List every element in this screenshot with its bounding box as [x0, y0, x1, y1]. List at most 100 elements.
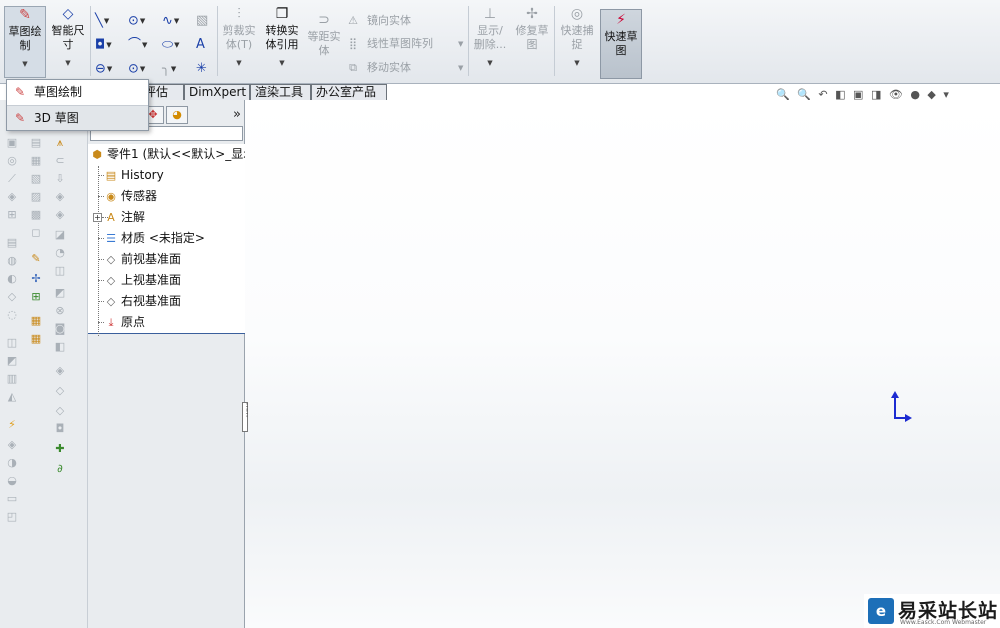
instant3d-icon[interactable]: ⚡ [4, 418, 20, 432]
tree-item-top-plane[interactable]: ◇ 上视基准面 [104, 270, 181, 290]
curve-icon[interactable]: ▭ [4, 492, 20, 506]
chevron-down-icon[interactable]: ▼ [174, 17, 179, 25]
chevron-down-icon[interactable]: ▼ [220, 56, 258, 70]
end-cap-icon[interactable]: ◈ [52, 190, 68, 204]
chevron-down-icon[interactable]: ▼ [140, 17, 145, 25]
jog-icon[interactable]: ◻ [28, 226, 44, 240]
gusset-icon[interactable]: ◈ [52, 208, 68, 222]
weldment-icon[interactable]: ⩚ [52, 136, 68, 150]
tree-item-front-plane[interactable]: ◇ 前视基准面 [104, 249, 181, 269]
slot-tool[interactable]: ⊖▼ [95, 60, 121, 78]
smart-dimension-button[interactable]: ◇ 智能尺 寸 ▼ [48, 6, 88, 78]
chevron-down-icon[interactable]: ▼ [171, 65, 176, 73]
hole-wizard-icon[interactable]: ◌ [4, 308, 20, 322]
expand-annotations-toggle[interactable]: + [93, 213, 102, 222]
linear-pattern-button[interactable]: ⣿ 线性草图阵列 [345, 35, 433, 53]
corner-icon[interactable]: ▦ [28, 314, 44, 328]
tab-office-products[interactable]: 办公室产品 [311, 84, 387, 100]
chevron-down-icon[interactable]: ▼ [48, 56, 88, 70]
fillet-tool[interactable]: ╮▼ [162, 60, 188, 78]
sweep-icon[interactable]: ⟋ [4, 172, 20, 186]
grid-tool[interactable]: ▧ [196, 12, 222, 30]
shut-off-icon[interactable]: ◩ [52, 286, 68, 300]
knit-icon[interactable]: ◇ [52, 404, 68, 418]
chevron-down-icon[interactable]: ▼ [458, 35, 463, 53]
tree-item-origin[interactable]: ⤓ 原点 [104, 312, 145, 332]
line-tool[interactable]: ╲▼ [95, 12, 121, 30]
sketched-bend-icon[interactable]: ✎ [28, 252, 44, 266]
boundary-icon[interactable]: ⊞ [4, 208, 20, 222]
fillet-bead-icon[interactable]: ◪ [52, 228, 68, 242]
cavity-icon[interactable]: ◧ [52, 340, 68, 354]
spline-tool[interactable]: ∿▼ [162, 12, 188, 30]
chevron-down-icon[interactable]: ▼ [5, 57, 45, 71]
core-icon[interactable]: ◙ [52, 322, 68, 336]
rib-icon[interactable]: ▥ [4, 372, 20, 386]
tree-item-history[interactable]: ▤ History [104, 165, 164, 185]
sketch-draw-button[interactable]: ✎ 草图绘 制 ▼ [4, 6, 46, 78]
move-entities-button[interactable]: ⧉ 移动实体 [345, 59, 411, 77]
trim-entities-button[interactable]: ⫶ 剪裁实 体(T) ▼ [220, 6, 258, 78]
cut-sweep-icon[interactable]: ◐ [4, 272, 20, 286]
tree-root[interactable]: ⬢ 零件1 (默认<<默认>_显示 [90, 144, 255, 164]
tab-render-tools[interactable]: 渲染工具 [250, 84, 311, 100]
edge-flange-icon[interactable]: ▧ [28, 172, 44, 186]
display-delete-relations-button[interactable]: ⊥ 显示/ 删除... ▼ [471, 6, 509, 78]
move-copy-icon[interactable]: ✚ [52, 442, 68, 456]
revolve-icon[interactable]: ◎ [4, 154, 20, 168]
menu-item-3d-sketch[interactable]: ✎ 3D 草图 [7, 105, 148, 130]
rapid-sketch-button[interactable]: ⚡ 快速草 图 [600, 9, 642, 79]
cut-loft-icon[interactable]: ◇ [4, 290, 20, 304]
mirror-feature-icon[interactable]: ◑ [4, 456, 20, 470]
chevron-down-icon[interactable]: ▼ [261, 56, 303, 70]
draft-icon[interactable]: ◭ [4, 390, 20, 404]
flatten-icon[interactable]: ⊞ [28, 290, 44, 304]
sheet-metal-icon[interactable]: ▤ [28, 136, 44, 150]
chevron-down-icon[interactable]: ▼ [142, 41, 147, 49]
point-tool[interactable]: ✳ [196, 60, 222, 78]
rectangle-tool[interactable]: ◘▼ [95, 36, 121, 54]
chevron-down-icon[interactable]: ▼ [458, 59, 463, 77]
scale-icon[interactable]: ◈ [52, 364, 68, 378]
display-manager-tab[interactable]: ◕ [166, 106, 188, 124]
chevron-down-icon[interactable]: ▼ [174, 41, 179, 49]
tab-icon[interactable]: ▦ [28, 332, 44, 346]
cut-extrude-icon[interactable]: ▤ [4, 236, 20, 250]
text-tool[interactable]: A [196, 36, 222, 54]
shell-icon[interactable]: ◈ [4, 438, 20, 452]
chevron-down-icon[interactable]: ▼ [557, 56, 597, 70]
ellipse-tool[interactable]: ⬭▼ [162, 36, 188, 54]
deform-icon[interactable]: ∂ [52, 462, 68, 476]
arc-tool[interactable]: ⌒▼ [128, 36, 154, 54]
panel-splitter-handle[interactable]: ⋮ ⋮ [242, 402, 251, 432]
loft-icon[interactable]: ◈ [4, 190, 20, 204]
chevron-down-icon[interactable]: ▼ [106, 41, 111, 49]
pattern-feature-icon[interactable]: ◒ [4, 474, 20, 488]
surface-icon[interactable]: ◇ [52, 384, 68, 398]
structural-member-icon[interactable]: ⊂ [52, 154, 68, 168]
miter-flange-icon[interactable]: ▨ [28, 190, 44, 204]
polygon-tool[interactable]: ⊙▼ [128, 60, 154, 78]
convert-entities-button[interactable]: ❐ 转换实 体引用 ▼ [261, 6, 303, 78]
chevron-down-icon[interactable]: ▼ [471, 56, 509, 70]
thicken-icon[interactable]: ◘ [52, 422, 68, 436]
chevron-down-icon[interactable]: ▼ [104, 17, 109, 25]
graphics-area[interactable] [245, 100, 1000, 628]
repair-sketch-button[interactable]: ✢ 修复草 图 [512, 6, 552, 78]
more-tabs-chevron[interactable]: » [233, 107, 241, 122]
mold-icon[interactable]: ◔ [52, 246, 68, 260]
unfold-icon[interactable]: ✢ [28, 272, 44, 286]
chevron-down-icon[interactable]: ▼ [140, 65, 145, 73]
trim-extend-icon[interactable]: ⇩ [52, 172, 68, 186]
base-flange-icon[interactable]: ▦ [28, 154, 44, 168]
tooling-split-icon[interactable]: ⊗ [52, 304, 68, 318]
chevron-down-icon[interactable]: ▼ [107, 65, 112, 73]
tree-item-sensors[interactable]: ◉ 传感器 [104, 186, 157, 206]
mirror-entities-button[interactable]: ⚠ 镜向实体 [345, 12, 411, 30]
tree-item-material[interactable]: ☰ 材质 <未指定> [104, 228, 205, 248]
tree-item-annotations[interactable]: A 注解 [104, 207, 145, 227]
tree-item-right-plane[interactable]: ◇ 右视基准面 [104, 291, 181, 311]
cut-revolve-icon[interactable]: ◍ [4, 254, 20, 268]
circle-tool[interactable]: ⊙▼ [128, 12, 154, 30]
reference-icon[interactable]: ◰ [4, 510, 20, 524]
